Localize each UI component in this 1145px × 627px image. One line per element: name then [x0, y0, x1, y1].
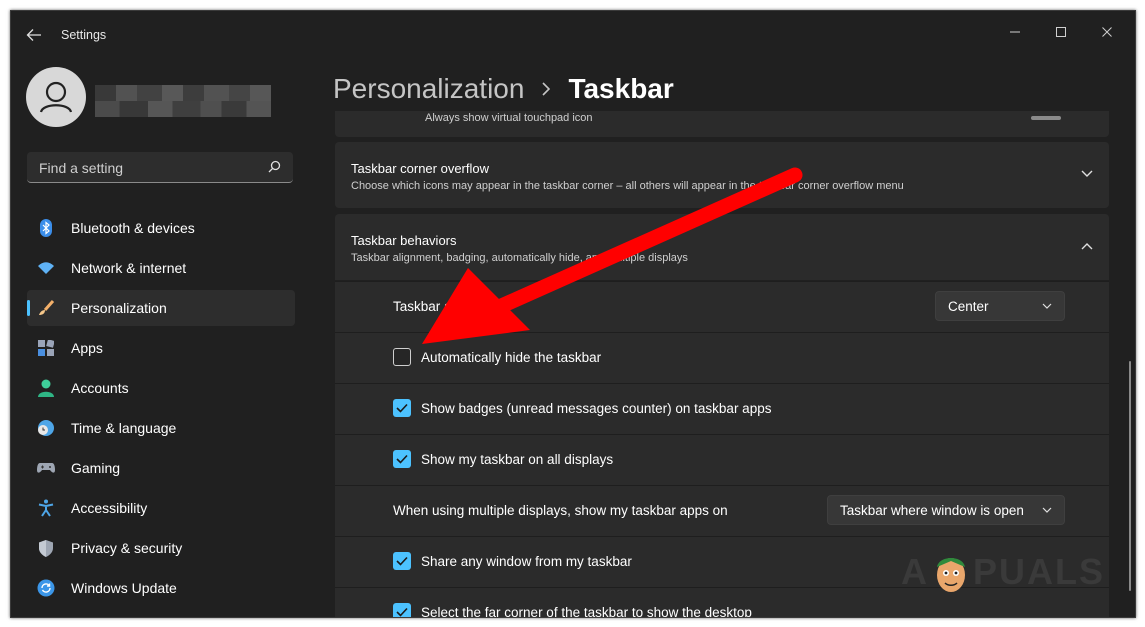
wifi-icon [37, 259, 55, 277]
auto-hide-checkbox[interactable] [393, 348, 411, 366]
person-icon [37, 379, 55, 397]
shield-icon [37, 539, 55, 557]
taskbar-behaviors-card[interactable]: Taskbar behaviors Taskbar alignment, bad… [335, 214, 1109, 280]
avatar[interactable] [26, 67, 86, 127]
mascot-logo-icon [937, 558, 965, 592]
account-name-blurred [95, 85, 271, 117]
title-bar: Settings [11, 11, 1135, 57]
search-icon [268, 160, 281, 173]
sidebar-item-label: Privacy & security [71, 540, 183, 556]
all-displays-label[interactable]: Show my taskbar on all displays [421, 452, 613, 467]
sidebar-item-label: Accessibility [71, 500, 148, 516]
chevron-up-icon [1081, 243, 1093, 250]
sidebar-item-label: Time & language [71, 420, 177, 436]
sidebar-item-accessibility[interactable]: Accessibility [27, 490, 295, 526]
sidebar-item-label: Personalization [71, 300, 167, 316]
sidebar-item-label: Apps [71, 340, 103, 356]
sidebar-item-time-language[interactable]: Time & language [27, 410, 295, 446]
sidebar-item-label: Bluetooth & devices [71, 220, 195, 236]
chevron-down-icon [1042, 303, 1052, 309]
card-description: Taskbar alignment, badging, automaticall… [351, 252, 688, 264]
card-description: Choose which icons may appear in the tas… [351, 180, 904, 192]
breadcrumb-parent[interactable]: Personalization [333, 73, 524, 105]
settings-content: Always show virtual touchpad icon Taskba… [335, 111, 1109, 617]
sidebar-item-personalization[interactable]: Personalization [27, 290, 295, 326]
search-box[interactable] [27, 152, 293, 183]
minimize-button[interactable] [995, 17, 1039, 47]
card-title: Taskbar behaviors [351, 233, 457, 248]
sidebar-item-gaming[interactable]: Gaming [27, 450, 295, 486]
watermark-text-left: A [901, 551, 929, 592]
accessibility-icon [37, 499, 55, 517]
touchpad-setting-row: Always show virtual touchpad icon [335, 111, 1109, 137]
maximize-button[interactable] [1041, 17, 1085, 47]
minimize-icon [1010, 31, 1020, 33]
all-displays-row: Show my taskbar on all displays [335, 434, 1109, 485]
back-arrow-icon [26, 29, 41, 41]
chevron-down-icon [1081, 170, 1093, 177]
far-corner-label[interactable]: Select the far corner of the taskbar to … [421, 605, 752, 617]
all-displays-checkbox[interactable] [393, 450, 411, 468]
scrollbar[interactable] [1129, 361, 1131, 591]
checkmark-icon [396, 403, 408, 413]
globe-clock-icon [37, 419, 55, 437]
sidebar-item-label: Accounts [71, 380, 129, 396]
touchpad-toggle[interactable] [1031, 116, 1061, 120]
back-button[interactable] [23, 25, 45, 45]
dropdown-value: Center [948, 299, 989, 314]
maximize-icon [1056, 27, 1066, 37]
settings-window: Settings Bluetooth & devices [10, 10, 1136, 618]
badges-row: Show badges (unread messages counter) on… [335, 383, 1109, 434]
taskbar-alignment-dropdown[interactable]: Center [935, 291, 1065, 321]
app-title: Settings [61, 28, 107, 42]
badges-checkbox[interactable] [393, 399, 411, 417]
multi-display-row: When using multiple displays, show my ta… [335, 485, 1109, 536]
chevron-down-icon [1042, 507, 1052, 513]
far-corner-checkbox[interactable] [393, 603, 411, 617]
card-title: Taskbar corner overflow [351, 161, 489, 176]
dropdown-value: Taskbar where window is open [840, 503, 1024, 518]
taskbar-alignment-row: Taskbar alignment Center [335, 281, 1109, 332]
taskbar-alignment-label: Taskbar alignment [393, 299, 503, 314]
multi-display-label: When using multiple displays, show my ta… [393, 503, 728, 518]
gamepad-icon [37, 459, 55, 477]
sidebar-item-accounts[interactable]: Accounts [27, 370, 295, 406]
touchpad-setting-label: Always show virtual touchpad icon [425, 112, 593, 124]
sidebar-item-network[interactable]: Network & internet [27, 250, 295, 286]
checkmark-icon [396, 556, 408, 566]
chevron-right-icon [542, 82, 551, 96]
close-button[interactable] [1087, 17, 1131, 47]
sidebar-item-label: Network & internet [71, 260, 187, 276]
sidebar-nav: Bluetooth & devices Network & internet P… [27, 210, 295, 610]
brush-icon [37, 299, 55, 317]
watermark-text-right: PUALS [973, 551, 1106, 592]
close-icon [1102, 27, 1112, 37]
auto-hide-label[interactable]: Automatically hide the taskbar [421, 350, 601, 365]
sidebar-item-label: Windows Update [71, 580, 177, 596]
share-window-label[interactable]: Share any window from my taskbar [421, 554, 632, 569]
checkmark-icon [396, 454, 408, 464]
sidebar-item-windows-update[interactable]: Windows Update [27, 570, 295, 606]
page-title: Taskbar [568, 73, 674, 104]
breadcrumb: Personalization Taskbar [333, 69, 674, 109]
sidebar-item-bluetooth[interactable]: Bluetooth & devices [27, 210, 295, 246]
sidebar-item-privacy-security[interactable]: Privacy & security [27, 530, 295, 566]
multi-display-dropdown[interactable]: Taskbar where window is open [827, 495, 1065, 525]
sidebar-item-label: Gaming [71, 460, 121, 476]
update-icon [37, 579, 55, 597]
badges-label[interactable]: Show badges (unread messages counter) on… [421, 401, 771, 416]
taskbar-corner-overflow-card[interactable]: Taskbar corner overflow Choose which ico… [335, 142, 1109, 208]
auto-hide-row: Automatically hide the taskbar [335, 332, 1109, 383]
person-avatar-icon [39, 81, 73, 113]
share-window-checkbox[interactable] [393, 552, 411, 570]
sidebar-item-apps[interactable]: Apps [27, 330, 295, 366]
appuals-watermark: A PUALS [901, 547, 1105, 597]
search-input[interactable] [37, 158, 261, 178]
apps-icon [37, 339, 55, 357]
checkmark-icon [396, 607, 408, 617]
bluetooth-icon [37, 219, 55, 237]
